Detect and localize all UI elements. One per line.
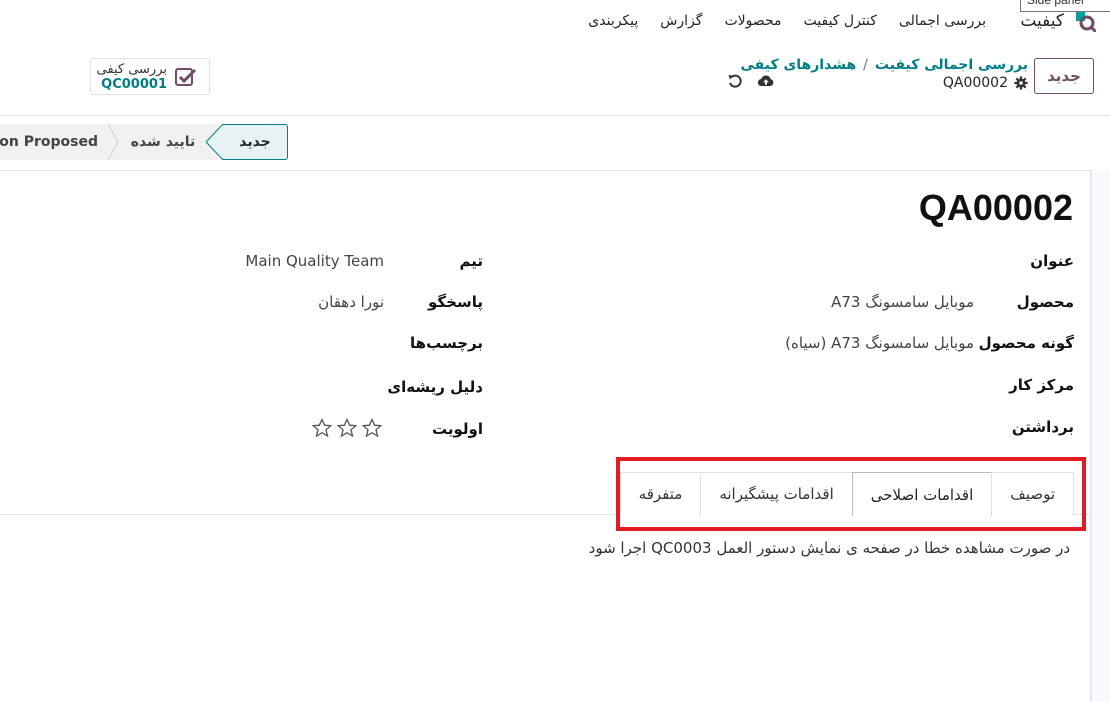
stage-action-proposed[interactable]: Action Proposed bbox=[0, 124, 108, 160]
field-label-work-center: مرکز کار bbox=[1009, 376, 1074, 394]
field-label-priority: اولویت bbox=[431, 420, 483, 438]
app-name[interactable]: کیفیت bbox=[1020, 11, 1064, 31]
field-label-tags: برچسب‌ها bbox=[410, 334, 483, 352]
menu-item-configuration[interactable]: پیکربندی bbox=[588, 13, 638, 29]
breadcrumb-record-id: QA00002 bbox=[942, 75, 1008, 91]
field-value-team[interactable]: Main Quality Team bbox=[245, 252, 384, 270]
menu-item-products[interactable]: محصولات bbox=[724, 13, 781, 29]
menu-item-reporting[interactable]: گزارش bbox=[660, 13, 702, 29]
stage-new-current[interactable]: جدید bbox=[222, 124, 288, 160]
breadcrumb-alerts-link[interactable]: هشدارهای کیفی bbox=[740, 57, 856, 73]
smart-button-title: بررسی کیفی bbox=[96, 62, 167, 77]
field-label-picking: برداشتن bbox=[1011, 418, 1074, 436]
smart-button-value: QC00001 bbox=[101, 77, 167, 92]
tab-description[interactable]: توصیف bbox=[991, 472, 1074, 515]
control-panel: جدید بررسی اجمالی کیفیت / هشدارهای کیفی QA… bbox=[0, 44, 1110, 116]
field-label-title: عنوان bbox=[1030, 252, 1074, 270]
field-label-team: تیم bbox=[459, 252, 483, 270]
field-label-product-variant: گونه محصول bbox=[978, 334, 1074, 352]
field-value-product-variant[interactable]: موبایل سامسونگ A73 (سیاه) bbox=[785, 334, 974, 352]
menu-item-overview[interactable]: بررسی اجمالی bbox=[899, 13, 986, 29]
scrollbar[interactable] bbox=[1091, 170, 1110, 702]
field-label-responsible: پاسخگو bbox=[428, 293, 483, 311]
field-value-product[interactable]: موبایل سامسونگ A73 bbox=[831, 293, 974, 311]
breadcrumb: بررسی اجمالی کیفیت / هشدارهای کیفی bbox=[740, 57, 1028, 73]
tab-miscellaneous[interactable]: متفرقه bbox=[619, 472, 702, 515]
cloud-upload-icon[interactable] bbox=[757, 72, 775, 90]
checkbox-check-icon bbox=[175, 68, 197, 86]
star-icon[interactable] bbox=[362, 418, 382, 438]
record-breadcrumb: QA00002 bbox=[943, 75, 1028, 91]
stage-arrow-current bbox=[206, 124, 224, 160]
breadcrumb-separator: / bbox=[863, 57, 868, 73]
field-label-root-cause: دلیل ریشه‌ای bbox=[387, 378, 483, 396]
gear-icon[interactable] bbox=[1014, 76, 1028, 90]
notebook-tabs: توصیف اقدامات اصلاحی اقدامات پیشگیرانه م… bbox=[619, 472, 1074, 516]
new-button[interactable]: جدید bbox=[1034, 58, 1094, 94]
priority-stars bbox=[312, 418, 382, 438]
field-label-product: محصول bbox=[1016, 293, 1074, 311]
star-icon[interactable] bbox=[312, 418, 332, 438]
discard-undo-icon[interactable] bbox=[726, 72, 744, 90]
main-menu: بررسی اجمالی کنترل کیفیت محصولات گزارش پ… bbox=[588, 13, 986, 29]
form-sheet bbox=[0, 170, 1091, 702]
corrective-actions-content[interactable]: در صورت مشاهده خطا در صفحه ی نمایش دستور… bbox=[589, 539, 1070, 557]
status-bar: Action Proposed تایید شده جدید bbox=[0, 116, 300, 168]
field-value-responsible[interactable]: نورا دهقان bbox=[318, 293, 384, 311]
tab-preventive-actions[interactable]: اقدامات پیشگیرانه bbox=[700, 472, 853, 515]
quality-check-smart-button[interactable]: بررسی کیفی QC00001 bbox=[90, 58, 210, 95]
star-icon[interactable] bbox=[337, 418, 357, 438]
breadcrumb-overview-link[interactable]: بررسی اجمالی کیفیت bbox=[875, 57, 1028, 73]
tab-corrective-actions[interactable]: اقدامات اصلاحی bbox=[851, 472, 993, 516]
top-navbar: Side panel کیفیت بررسی اجمالی کنترل کیفی… bbox=[0, 0, 1110, 44]
stage-arrow-separator bbox=[99, 124, 119, 160]
stage-approved[interactable]: تایید شده bbox=[108, 124, 218, 160]
record-title: QA00002 bbox=[918, 187, 1073, 228]
quality-app-icon[interactable] bbox=[1074, 10, 1096, 32]
menu-item-quality-control[interactable]: کنترل کیفیت bbox=[804, 13, 877, 29]
